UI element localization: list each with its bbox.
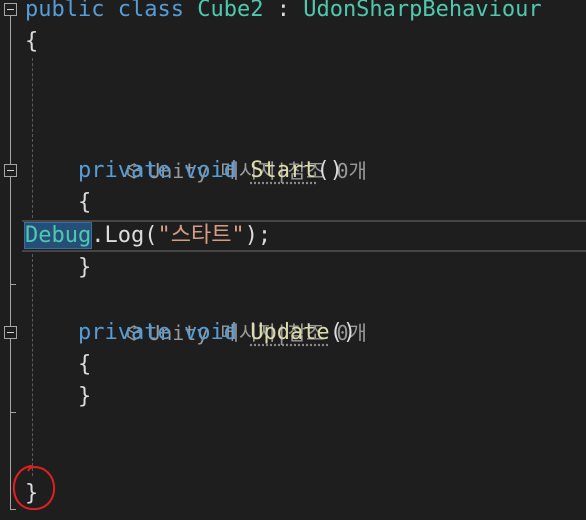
codelens-update[interactable]: Unity 메시지|참조 0개 xyxy=(78,285,367,345)
debug-type-selected[interactable]: Debug xyxy=(23,222,93,249)
codelens-start[interactable]: Unity 메시지|참조 0개 xyxy=(78,123,367,183)
collapse-class-icon[interactable] xyxy=(4,3,17,16)
update-method-line[interactable]: private void Update() xyxy=(78,317,356,349)
keyword-private: private xyxy=(78,320,171,345)
keyword-private: private xyxy=(78,158,171,183)
brace-text: { xyxy=(78,352,92,377)
method-name-start[interactable]: Start xyxy=(250,158,316,183)
brace-text: { xyxy=(78,190,92,215)
collapse-start-icon[interactable] xyxy=(4,164,17,177)
update-fold-end xyxy=(10,412,16,413)
code-editor[interactable]: public class Cube2 : UdonSharpBehaviour … xyxy=(0,0,586,520)
debug-log-line[interactable]: Debug.Log("스타트"); xyxy=(23,220,272,252)
brace-text: { xyxy=(25,29,39,54)
method-parens: () xyxy=(329,320,357,345)
start-method-line[interactable]: private void Start() xyxy=(78,155,343,187)
brace-text: } xyxy=(78,255,92,280)
brace-text: } xyxy=(78,384,92,409)
indent-guide xyxy=(32,58,33,218)
string-literal: "스타트" xyxy=(157,223,245,248)
class-declaration-line[interactable]: public class Cube2 : UdonSharpBehaviour xyxy=(25,0,542,26)
collapse-update-icon[interactable] xyxy=(4,326,17,339)
update-close-brace[interactable]: } xyxy=(78,381,91,413)
start-open-brace[interactable]: { xyxy=(78,187,91,219)
annotation-circle xyxy=(12,465,56,511)
class-name: Cube2 xyxy=(197,0,264,22)
start-fold-end xyxy=(10,284,16,285)
statement-end: ); xyxy=(244,223,272,248)
keyword-void: void xyxy=(183,320,237,345)
keyword-public: public xyxy=(25,0,105,22)
colon: : xyxy=(276,0,290,22)
method-name-update[interactable]: Update xyxy=(250,320,329,345)
method-parens: () xyxy=(316,158,343,183)
update-open-brace[interactable]: { xyxy=(78,349,91,381)
keyword-void: void xyxy=(183,158,237,183)
class-open-brace[interactable]: { xyxy=(25,26,38,58)
start-close-brace[interactable]: } xyxy=(78,252,91,284)
indent-guide xyxy=(32,254,33,476)
class-fold-line xyxy=(10,16,11,510)
log-call: .Log( xyxy=(91,223,158,248)
base-class-name: UdonSharpBehaviour xyxy=(303,0,542,22)
keyword-class: class xyxy=(117,0,184,22)
